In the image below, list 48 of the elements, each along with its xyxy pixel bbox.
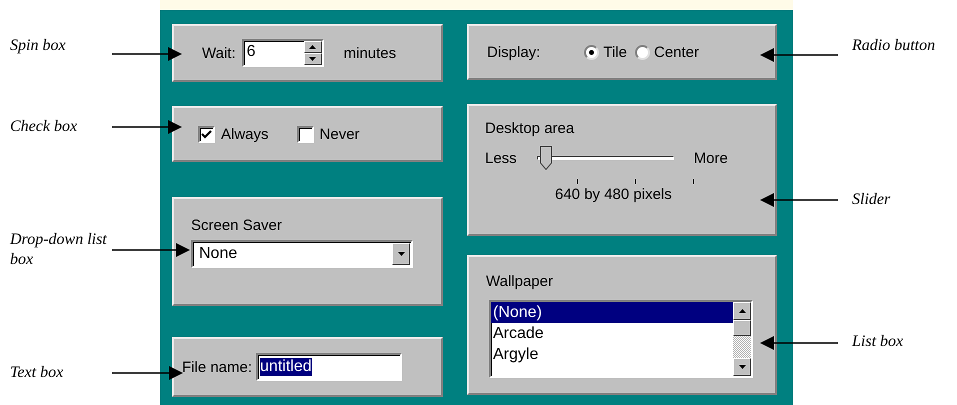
unit-label: minutes: [344, 44, 396, 62]
spin-down-button[interactable]: [304, 53, 322, 65]
scrollbar[interactable]: [733, 302, 751, 376]
down-arrow-icon: [398, 252, 404, 256]
down-arrow-icon: [309, 57, 316, 61]
annotation-label: List box: [852, 332, 904, 352]
radio-button[interactable]: [584, 44, 600, 60]
slider-min-label: Less: [485, 150, 517, 166]
leader-arrow: [112, 366, 183, 380]
text-field[interactable]: untitled: [256, 353, 402, 381]
annotation-label: Spin box: [10, 36, 67, 56]
spin-label: Wait:: [202, 44, 236, 62]
dropdown-field[interactable]: None: [191, 240, 413, 268]
selected-text: untitled: [260, 358, 312, 376]
dropdown-button[interactable]: [392, 243, 410, 265]
slider-max-label: More: [694, 150, 728, 166]
down-arrow-icon: [738, 365, 746, 369]
spin-up-button[interactable]: [304, 41, 322, 53]
list-item[interactable]: Argyle: [491, 344, 733, 365]
up-arrow-icon: [738, 309, 746, 313]
desktop-area-label: Desktop area: [485, 120, 576, 137]
leader-arrow: [112, 47, 182, 61]
checkbox-label: Never: [320, 126, 360, 142]
radio-label: Tile: [603, 44, 627, 60]
slider[interactable]: [536, 145, 674, 171]
file-name-label: File name:: [182, 358, 252, 376]
list-item[interactable]: (None): [491, 302, 733, 323]
scrollbar-thumb[interactable]: [733, 320, 751, 336]
checkbox[interactable]: [198, 126, 215, 142]
display-label: Display:: [487, 44, 540, 60]
annotation-label: Drop-down list box: [10, 230, 108, 270]
checkbox[interactable]: [296, 126, 314, 142]
list-item[interactable]: Arcade: [491, 323, 733, 344]
up-arrow-icon: [309, 45, 316, 49]
radio-button[interactable]: [634, 44, 650, 60]
checkbox-label: Always: [221, 126, 269, 142]
annotation-label: Slider: [852, 190, 890, 210]
slider-thumb[interactable]: [540, 146, 552, 170]
check-icon: [201, 130, 212, 138]
wallpaper-label: Wallpaper: [486, 273, 554, 290]
radio-label: Center: [654, 44, 700, 60]
screen-saver-label: Screen Saver: [191, 217, 283, 234]
leader-arrow: [112, 120, 182, 134]
annotation-label: Check box: [10, 117, 78, 137]
slider-value: 640 by 480 pixels: [555, 186, 673, 203]
annotation-label: Text box: [10, 363, 64, 383]
spin-box[interactable]: 6: [242, 39, 324, 67]
annotation-label: Radio button: [852, 36, 936, 56]
